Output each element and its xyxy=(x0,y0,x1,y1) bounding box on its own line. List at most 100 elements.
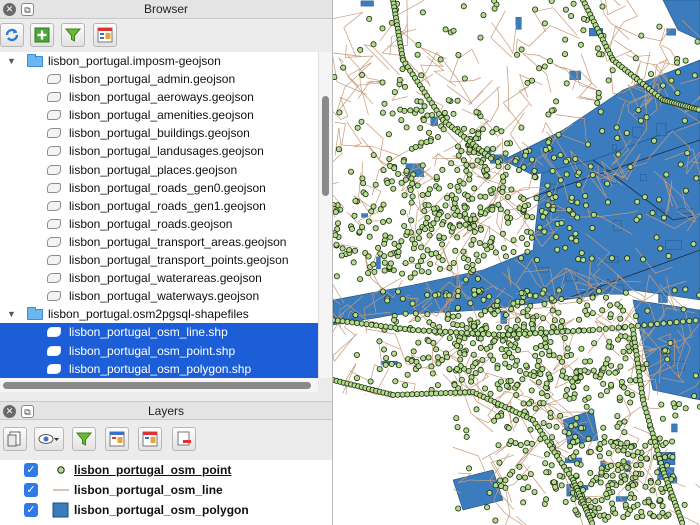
vertical-scroll-thumb[interactable] xyxy=(322,96,329,196)
tree-folder-row[interactable]: ▼ lisbon_portugal.imposm-geojson xyxy=(0,52,318,70)
tree-file-row[interactable]: lisbon_portugal_osm_line.shp xyxy=(0,323,318,342)
filter-legend-button[interactable] xyxy=(72,427,96,451)
osm-point-marker xyxy=(532,6,539,13)
osm-point-marker xyxy=(450,313,457,320)
osm-point-marker xyxy=(412,143,419,150)
osm-point-marker xyxy=(514,381,521,388)
layer-styling-button[interactable] xyxy=(3,427,27,451)
refresh-button[interactable] xyxy=(0,23,24,47)
osm-point-marker xyxy=(432,292,439,299)
osm-point-marker xyxy=(539,290,546,297)
osm-point-marker xyxy=(515,167,522,174)
layer-visibility-checkbox[interactable]: ✓ xyxy=(24,483,38,497)
osm-point-marker xyxy=(424,311,431,318)
osm-point-marker xyxy=(392,378,399,385)
close-panel-icon[interactable]: ✕ xyxy=(3,405,16,418)
road-line xyxy=(509,112,525,154)
osm-point-marker xyxy=(507,438,514,445)
osm-point-marker xyxy=(477,366,484,373)
horizontal-scroll-thumb[interactable] xyxy=(3,382,311,389)
osm-point-marker xyxy=(475,257,482,264)
osm-point-marker xyxy=(637,455,644,462)
osm-point-marker xyxy=(682,286,689,293)
osm-point-marker xyxy=(598,469,605,476)
float-panel-icon[interactable]: ⧉ xyxy=(21,3,34,16)
osm-point-marker xyxy=(482,242,489,249)
layer-visibility-checkbox[interactable]: ✓ xyxy=(24,503,38,517)
osm-point-marker xyxy=(424,214,431,221)
osm-point-marker xyxy=(362,191,369,198)
horizontal-scrollbar[interactable] xyxy=(0,378,318,392)
tree-file-row[interactable]: lisbon_portugal_admin.geojson xyxy=(0,70,318,88)
layer-row[interactable]: ✓ lisbon_portugal_osm_point xyxy=(0,460,332,480)
tree-file-row[interactable]: lisbon_portugal_roads_gen0.geojson xyxy=(0,179,318,197)
tree-file-row[interactable]: lisbon_portugal_osm_point.shp xyxy=(0,341,318,360)
osm-point-marker xyxy=(483,325,490,332)
visibility-dropdown-button[interactable] xyxy=(34,427,64,451)
osm-point-marker xyxy=(421,207,428,214)
remove-layer-button[interactable] xyxy=(172,427,196,451)
map-canvas[interactable] xyxy=(333,0,700,525)
osm-point-marker xyxy=(455,143,462,150)
osm-point-marker xyxy=(563,386,570,393)
layer-row[interactable]: ✓ lisbon_portugal_osm_polygon xyxy=(0,500,332,520)
tree-file-row[interactable]: lisbon_portugal_buildings.geojson xyxy=(0,124,318,142)
osm-point-marker xyxy=(534,362,541,369)
osm-point-marker xyxy=(352,312,359,319)
osm-point-marker xyxy=(407,186,414,193)
tree-file-row[interactable]: lisbon_portugal_transport_areas.geojson xyxy=(0,233,318,251)
tree-file-row[interactable]: lisbon_portugal_aeroways.geojson xyxy=(0,88,318,106)
osm-point-marker xyxy=(414,51,421,58)
road-line xyxy=(506,65,510,112)
osm-point-marker xyxy=(485,331,492,338)
expand-all-button[interactable] xyxy=(105,427,129,451)
osm-point-marker xyxy=(502,311,509,318)
osm-point-marker xyxy=(499,230,506,237)
osm-point-marker xyxy=(615,151,622,158)
tree-file-row[interactable]: lisbon_portugal_roads.geojson xyxy=(0,215,318,233)
osm-point-marker xyxy=(493,125,500,132)
map-svg[interactable] xyxy=(333,0,700,525)
osm-point-marker xyxy=(681,501,688,508)
browser-tree[interactable]: ▼ lisbon_portugal.imposm-geojson lisbon_po… xyxy=(0,52,318,378)
float-panel-icon[interactable]: ⧉ xyxy=(21,405,34,418)
tree-file-row[interactable]: lisbon_portugal_roads_gen1.geojson xyxy=(0,197,318,215)
osm-point-marker xyxy=(483,172,490,179)
layers-panel-title: ✕ ⧉ Layers xyxy=(0,401,332,420)
filter-button[interactable] xyxy=(61,23,85,47)
landuse-polygon xyxy=(656,123,667,136)
layers-list[interactable]: ✓ lisbon_portugal_osm_point ✓ lisbon_portug… xyxy=(0,460,332,525)
vertical-scrollbar[interactable] xyxy=(318,52,332,378)
tree-file-row[interactable]: lisbon_portugal_places.geojson xyxy=(0,161,318,179)
osm-point-marker xyxy=(662,439,669,446)
osm-point-marker xyxy=(603,472,610,479)
osm-point-marker xyxy=(365,253,372,260)
tree-file-row[interactable]: lisbon_portugal_amenities.geojson xyxy=(0,106,318,124)
layer-row[interactable]: ✓ lisbon_portugal_osm_line xyxy=(0,480,332,500)
tree-folder-row[interactable]: ▼ lisbon_portugal.osm2pgsql-shapefiles xyxy=(0,305,318,323)
road-line xyxy=(502,85,533,128)
osm-point-marker xyxy=(417,125,424,132)
collapse-all-button[interactable] xyxy=(138,427,162,451)
osm-point-marker xyxy=(595,505,602,512)
osm-point-marker xyxy=(558,358,565,365)
tree-item-label: lisbon_portugal.osm2pgsql-shapefiles xyxy=(48,307,249,322)
osm-point-marker xyxy=(531,489,538,496)
osm-point-marker xyxy=(521,474,528,481)
tree-file-row[interactable]: lisbon_portugal_waterareas.geojson xyxy=(0,269,318,287)
landuse-polygon xyxy=(376,256,381,270)
tree-file-row[interactable]: lisbon_portugal_waterways.geojson xyxy=(0,287,318,305)
osm-point-marker xyxy=(666,319,673,326)
tree-file-row[interactable]: lisbon_portugal_transport_points.geojson xyxy=(0,251,318,269)
folder-icon xyxy=(27,307,43,321)
osm-point-marker xyxy=(573,460,580,467)
tree-file-row[interactable]: lisbon_portugal_landusages.geojson xyxy=(0,142,318,160)
osm-point-marker xyxy=(420,253,427,260)
expand-arrow-icon[interactable]: ▼ xyxy=(7,305,16,323)
expand-arrow-icon[interactable]: ▼ xyxy=(7,52,16,70)
properties-button[interactable] xyxy=(93,23,117,47)
tree-file-row[interactable]: lisbon_portugal_osm_polygon.shp xyxy=(0,359,318,378)
close-panel-icon[interactable]: ✕ xyxy=(3,3,16,16)
layer-visibility-checkbox[interactable]: ✓ xyxy=(24,463,38,477)
add-layer-button[interactable] xyxy=(30,23,54,47)
